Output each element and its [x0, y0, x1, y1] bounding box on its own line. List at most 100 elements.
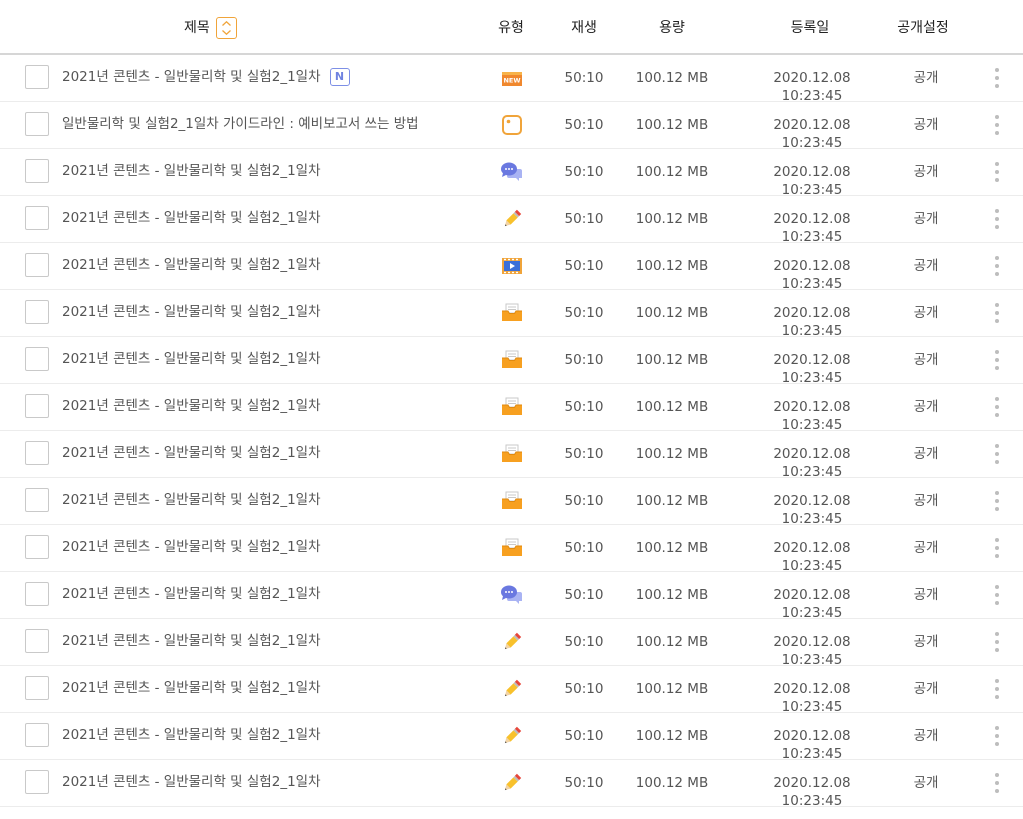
row-date: 2020.12.08 10:23:45 [773, 399, 851, 433]
row-checkbox[interactable] [25, 723, 49, 747]
table-row[interactable]: 2021년 콘텐츠 - 일반물리학 및 실험2_1일차 50:10 100.12… [0, 666, 1023, 715]
row-title[interactable]: 2021년 콘텐츠 - 일반물리학 및 실험2_1일차 [62, 444, 321, 462]
table-row[interactable]: 2021년 콘텐츠 - 일반물리학 및 실험2_1일차 50:10 100.12… [0, 243, 1023, 292]
more-options-icon[interactable] [988, 442, 1006, 466]
row-title[interactable]: 2021년 콘텐츠 - 일반물리학 및 실험2_1일차 [62, 726, 321, 744]
row-title-text[interactable]: 일반물리학 및 실험2_1일차 가이드라인 : 예비보고서 쓰는 방법 [62, 116, 419, 132]
row-public-setting[interactable]: 공개 [896, 445, 956, 463]
more-options-icon[interactable] [988, 207, 1006, 231]
more-options-icon[interactable] [988, 254, 1006, 278]
more-options-icon[interactable] [988, 677, 1006, 701]
row-checkbox[interactable] [25, 629, 49, 653]
row-checkbox[interactable] [25, 347, 49, 371]
more-options-icon[interactable] [988, 724, 1006, 748]
more-options-icon[interactable] [988, 536, 1006, 560]
row-public-setting[interactable]: 공개 [896, 116, 956, 134]
more-options-icon[interactable] [988, 113, 1006, 137]
row-checkbox[interactable] [25, 253, 49, 277]
row-public-setting[interactable]: 공개 [896, 492, 956, 510]
table-row[interactable]: 2021년 콘텐츠 - 일반물리학 및 실험2_1일차 50:10 100.12… [0, 149, 1023, 198]
table-row[interactable]: 2021년 콘텐츠 - 일반물리학 및 실험2_1일차 50:10 100.12… [0, 760, 1023, 809]
row-public-setting[interactable]: 공개 [896, 539, 956, 557]
more-options-icon[interactable] [988, 348, 1006, 372]
table-row[interactable]: 2021년 콘텐츠 - 일반물리학 및 실험2_1일차 50:10 100.12… [0, 196, 1023, 245]
row-public-setting[interactable]: 공개 [896, 210, 956, 228]
row-title[interactable]: 2021년 콘텐츠 - 일반물리학 및 실험2_1일차 [62, 538, 321, 556]
row-title-text[interactable]: 2021년 콘텐츠 - 일반물리학 및 실험2_1일차 [62, 492, 321, 508]
row-title-text[interactable]: 2021년 콘텐츠 - 일반물리학 및 실험2_1일차 [62, 774, 321, 790]
row-date: 2020.12.08 10:23:45 [773, 352, 851, 386]
table-row[interactable]: 2021년 콘텐츠 - 일반물리학 및 실험2_1일차 50:10 100.12… [0, 431, 1023, 480]
row-checkbox[interactable] [25, 770, 49, 794]
table-row[interactable]: 2021년 콘텐츠 - 일반물리학 및 실험2_1일차 50:10 100.12… [0, 619, 1023, 668]
row-title-text[interactable]: 2021년 콘텐츠 - 일반물리학 및 실험2_1일차 [62, 257, 321, 273]
more-options-icon[interactable] [988, 489, 1006, 513]
more-options-icon[interactable] [988, 66, 1006, 90]
row-checkbox[interactable] [25, 159, 49, 183]
table-row[interactable]: 2021년 콘텐츠 - 일반물리학 및 실험2_1일차 50:10 100.12… [0, 478, 1023, 527]
row-checkbox[interactable] [25, 206, 49, 230]
row-title[interactable]: 2021년 콘텐츠 - 일반물리학 및 실험2_1일차 [62, 773, 321, 791]
row-title[interactable]: 2021년 콘텐츠 - 일반물리학 및 실험2_1일차 [62, 350, 321, 368]
more-options-icon[interactable] [988, 771, 1006, 795]
row-public-setting[interactable]: 공개 [896, 727, 956, 745]
table-row[interactable]: 2021년 콘텐츠 - 일반물리학 및 실험2_1일차 50:10 100.12… [0, 525, 1023, 574]
row-title[interactable]: 2021년 콘텐츠 - 일반물리학 및 실험2_1일차 [62, 679, 321, 697]
row-public-setting[interactable]: 공개 [896, 69, 956, 87]
row-public-setting[interactable]: 공개 [896, 257, 956, 275]
table-header: 제목 유형 재생 용량 등록일 공개설정 [0, 0, 1023, 55]
row-public-setting[interactable]: 공개 [896, 586, 956, 604]
more-options-icon[interactable] [988, 301, 1006, 325]
row-title[interactable]: 2021년 콘텐츠 - 일반물리학 및 실험2_1일차 [62, 303, 321, 321]
row-public-setting[interactable]: 공개 [896, 398, 956, 416]
row-title[interactable]: 2021년 콘텐츠 - 일반물리학 및 실험2_1일차 [62, 632, 321, 650]
row-checkbox[interactable] [25, 394, 49, 418]
more-options-icon[interactable] [988, 630, 1006, 654]
row-checkbox[interactable] [25, 300, 49, 324]
row-public-setting[interactable]: 공개 [896, 304, 956, 322]
row-title-text[interactable]: 2021년 콘텐츠 - 일반물리학 및 실험2_1일차 [62, 633, 321, 649]
table-row[interactable]: 2021년 콘텐츠 - 일반물리학 및 실험2_1일차 50:10 100.12… [0, 713, 1023, 762]
row-title[interactable]: 일반물리학 및 실험2_1일차 가이드라인 : 예비보고서 쓰는 방법 [62, 115, 419, 133]
row-title-text[interactable]: 2021년 콘텐츠 - 일반물리학 및 실험2_1일차 [62, 727, 321, 743]
row-public-setting[interactable]: 공개 [896, 774, 956, 792]
table-row[interactable]: 2021년 콘텐츠 - 일반물리학 및 실험2_1일차 50:10 100.12… [0, 384, 1023, 433]
table-row[interactable]: 일반물리학 및 실험2_1일차 가이드라인 : 예비보고서 쓰는 방법 50:1… [0, 102, 1023, 151]
table-row[interactable]: 2021년 콘텐츠 - 일반물리학 및 실험2_1일차 N NEW 50:10 1… [0, 55, 1023, 104]
row-title-text[interactable]: 2021년 콘텐츠 - 일반물리학 및 실험2_1일차 [62, 680, 321, 696]
row-title-text[interactable]: 2021년 콘텐츠 - 일반물리학 및 실험2_1일차 [62, 351, 321, 367]
row-checkbox[interactable] [25, 441, 49, 465]
row-public-setting[interactable]: 공개 [896, 680, 956, 698]
sort-toggle-button[interactable] [216, 17, 237, 39]
row-title[interactable]: 2021년 콘텐츠 - 일반물리학 및 실험2_1일차 [62, 162, 321, 180]
row-public-setting[interactable]: 공개 [896, 633, 956, 651]
row-title-text[interactable]: 2021년 콘텐츠 - 일반물리학 및 실험2_1일차 [62, 210, 321, 226]
table-row[interactable]: 2021년 콘텐츠 - 일반물리학 및 실험2_1일차 50:10 100.12… [0, 572, 1023, 621]
row-public-setting[interactable]: 공개 [896, 351, 956, 369]
row-public-setting[interactable]: 공개 [896, 163, 956, 181]
row-checkbox[interactable] [25, 676, 49, 700]
row-title[interactable]: 2021년 콘텐츠 - 일반물리학 및 실험2_1일차 [62, 585, 321, 603]
row-checkbox[interactable] [25, 112, 49, 136]
row-checkbox[interactable] [25, 582, 49, 606]
more-options-icon[interactable] [988, 583, 1006, 607]
row-title-text[interactable]: 2021년 콘텐츠 - 일반물리학 및 실험2_1일차 [62, 163, 321, 179]
row-title[interactable]: 2021년 콘텐츠 - 일반물리학 및 실험2_1일차 N [62, 68, 350, 86]
row-title-text[interactable]: 2021년 콘텐츠 - 일반물리학 및 실험2_1일차 [62, 445, 321, 461]
row-title-text[interactable]: 2021년 콘텐츠 - 일반물리학 및 실험2_1일차 [62, 539, 321, 555]
row-title-text[interactable]: 2021년 콘텐츠 - 일반물리학 및 실험2_1일차 [62, 304, 321, 320]
row-title-text[interactable]: 2021년 콘텐츠 - 일반물리학 및 실험2_1일차 [62, 398, 321, 414]
more-options-icon[interactable] [988, 395, 1006, 419]
row-checkbox[interactable] [25, 65, 49, 89]
table-row[interactable]: 2021년 콘텐츠 - 일반물리학 및 실험2_1일차 50:10 100.12… [0, 290, 1023, 339]
table-row[interactable]: 2021년 콘텐츠 - 일반물리학 및 실험2_1일차 50:10 100.12… [0, 337, 1023, 386]
row-title-text[interactable]: 2021년 콘텐츠 - 일반물리학 및 실험2_1일차 [62, 586, 321, 602]
row-title[interactable]: 2021년 콘텐츠 - 일반물리학 및 실험2_1일차 [62, 397, 321, 415]
row-title[interactable]: 2021년 콘텐츠 - 일반물리학 및 실험2_1일차 [62, 209, 321, 227]
row-checkbox[interactable] [25, 488, 49, 512]
row-title[interactable]: 2021년 콘텐츠 - 일반물리학 및 실험2_1일차 [62, 491, 321, 509]
row-checkbox[interactable] [25, 535, 49, 559]
row-title[interactable]: 2021년 콘텐츠 - 일반물리학 및 실험2_1일차 [62, 256, 321, 274]
row-title-text[interactable]: 2021년 콘텐츠 - 일반물리학 및 실험2_1일차 [62, 69, 321, 85]
more-options-icon[interactable] [988, 160, 1006, 184]
